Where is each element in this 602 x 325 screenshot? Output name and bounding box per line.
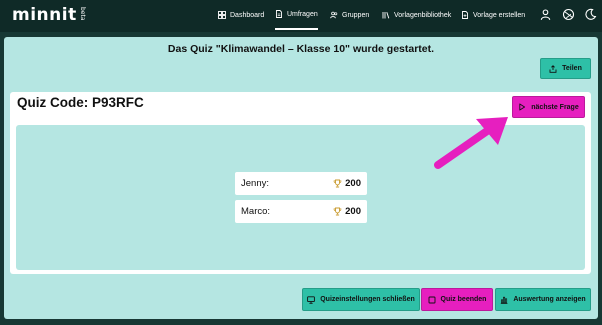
language-icon[interactable] [562,8,575,21]
library-icon [382,11,390,19]
score-value: 200 [345,206,361,217]
next-question-label: nächste Frage [531,103,579,111]
nav-item-vorlage-erstellen[interactable]: Vorlage erstellen [461,0,525,30]
share-label: Teilen [562,65,582,72]
share-button[interactable]: Teilen [540,58,591,79]
quiz-panel: Das Quiz "Klimawandel – Klasse 10" wurde… [4,37,598,319]
leaderboard-row: Marco: 200 [235,200,367,223]
close-quiz-settings-button[interactable]: Quizeinstellungen schließen [302,288,420,311]
annotation-arrow [434,117,508,169]
nav-label: Vorlage erstellen [473,11,526,19]
group-icon [330,11,338,19]
document-icon [275,10,283,18]
leaderboard-row: Jenny: 200 [235,172,367,195]
show-results-label: Auswertung anzeigen [513,296,586,303]
nav-label: Umfragen [287,10,318,18]
bar-chart-icon [500,296,508,304]
document-plus-icon [461,11,469,19]
share-icon [549,64,557,73]
score-value: 200 [345,178,361,189]
quiz-started-message: Das Quiz "Klimawandel – Klasse 10" wurde… [167,43,435,55]
top-navbar: minnit beta Dashboard Umfragen Gruppen V… [0,0,602,32]
nav-item-dashboard[interactable]: Dashboard [218,0,264,30]
stop-icon [428,296,436,304]
monitor-icon [307,295,316,304]
trophy-icon [333,179,342,188]
user-icon[interactable] [539,8,552,21]
nav-label: Vorlagenbibliothek [394,11,452,19]
player-score: 200 [333,178,361,189]
play-icon [518,103,526,111]
end-quiz-button[interactable]: Quiz beenden [421,288,493,311]
next-question-button[interactable]: nächste Frage [512,96,585,118]
beta-badge: beta [79,7,86,21]
nav-item-gruppen[interactable]: Gruppen [330,0,369,30]
dark-mode-icon[interactable] [584,8,597,21]
end-quiz-label: Quiz beenden [440,296,487,303]
player-name: Jenny: [241,178,269,189]
nav-label: Dashboard [230,11,265,19]
player-name: Marco: [241,206,271,217]
nav-item-umfragen[interactable]: Umfragen [275,0,318,30]
brand-logo[interactable]: minnit [12,5,77,25]
trophy-icon [333,207,342,216]
quiz-code: Quiz Code: P93RFC [17,95,144,110]
player-score: 200 [333,206,361,217]
dashboard-icon [218,11,226,19]
nav-item-vorlagenbibliothek[interactable]: Vorlagenbibliothek [382,0,451,30]
close-quiz-settings-label: Quizeinstellungen schließen [320,296,415,303]
nav-label: Gruppen [342,11,370,19]
show-results-button[interactable]: Auswertung anzeigen [495,288,591,311]
